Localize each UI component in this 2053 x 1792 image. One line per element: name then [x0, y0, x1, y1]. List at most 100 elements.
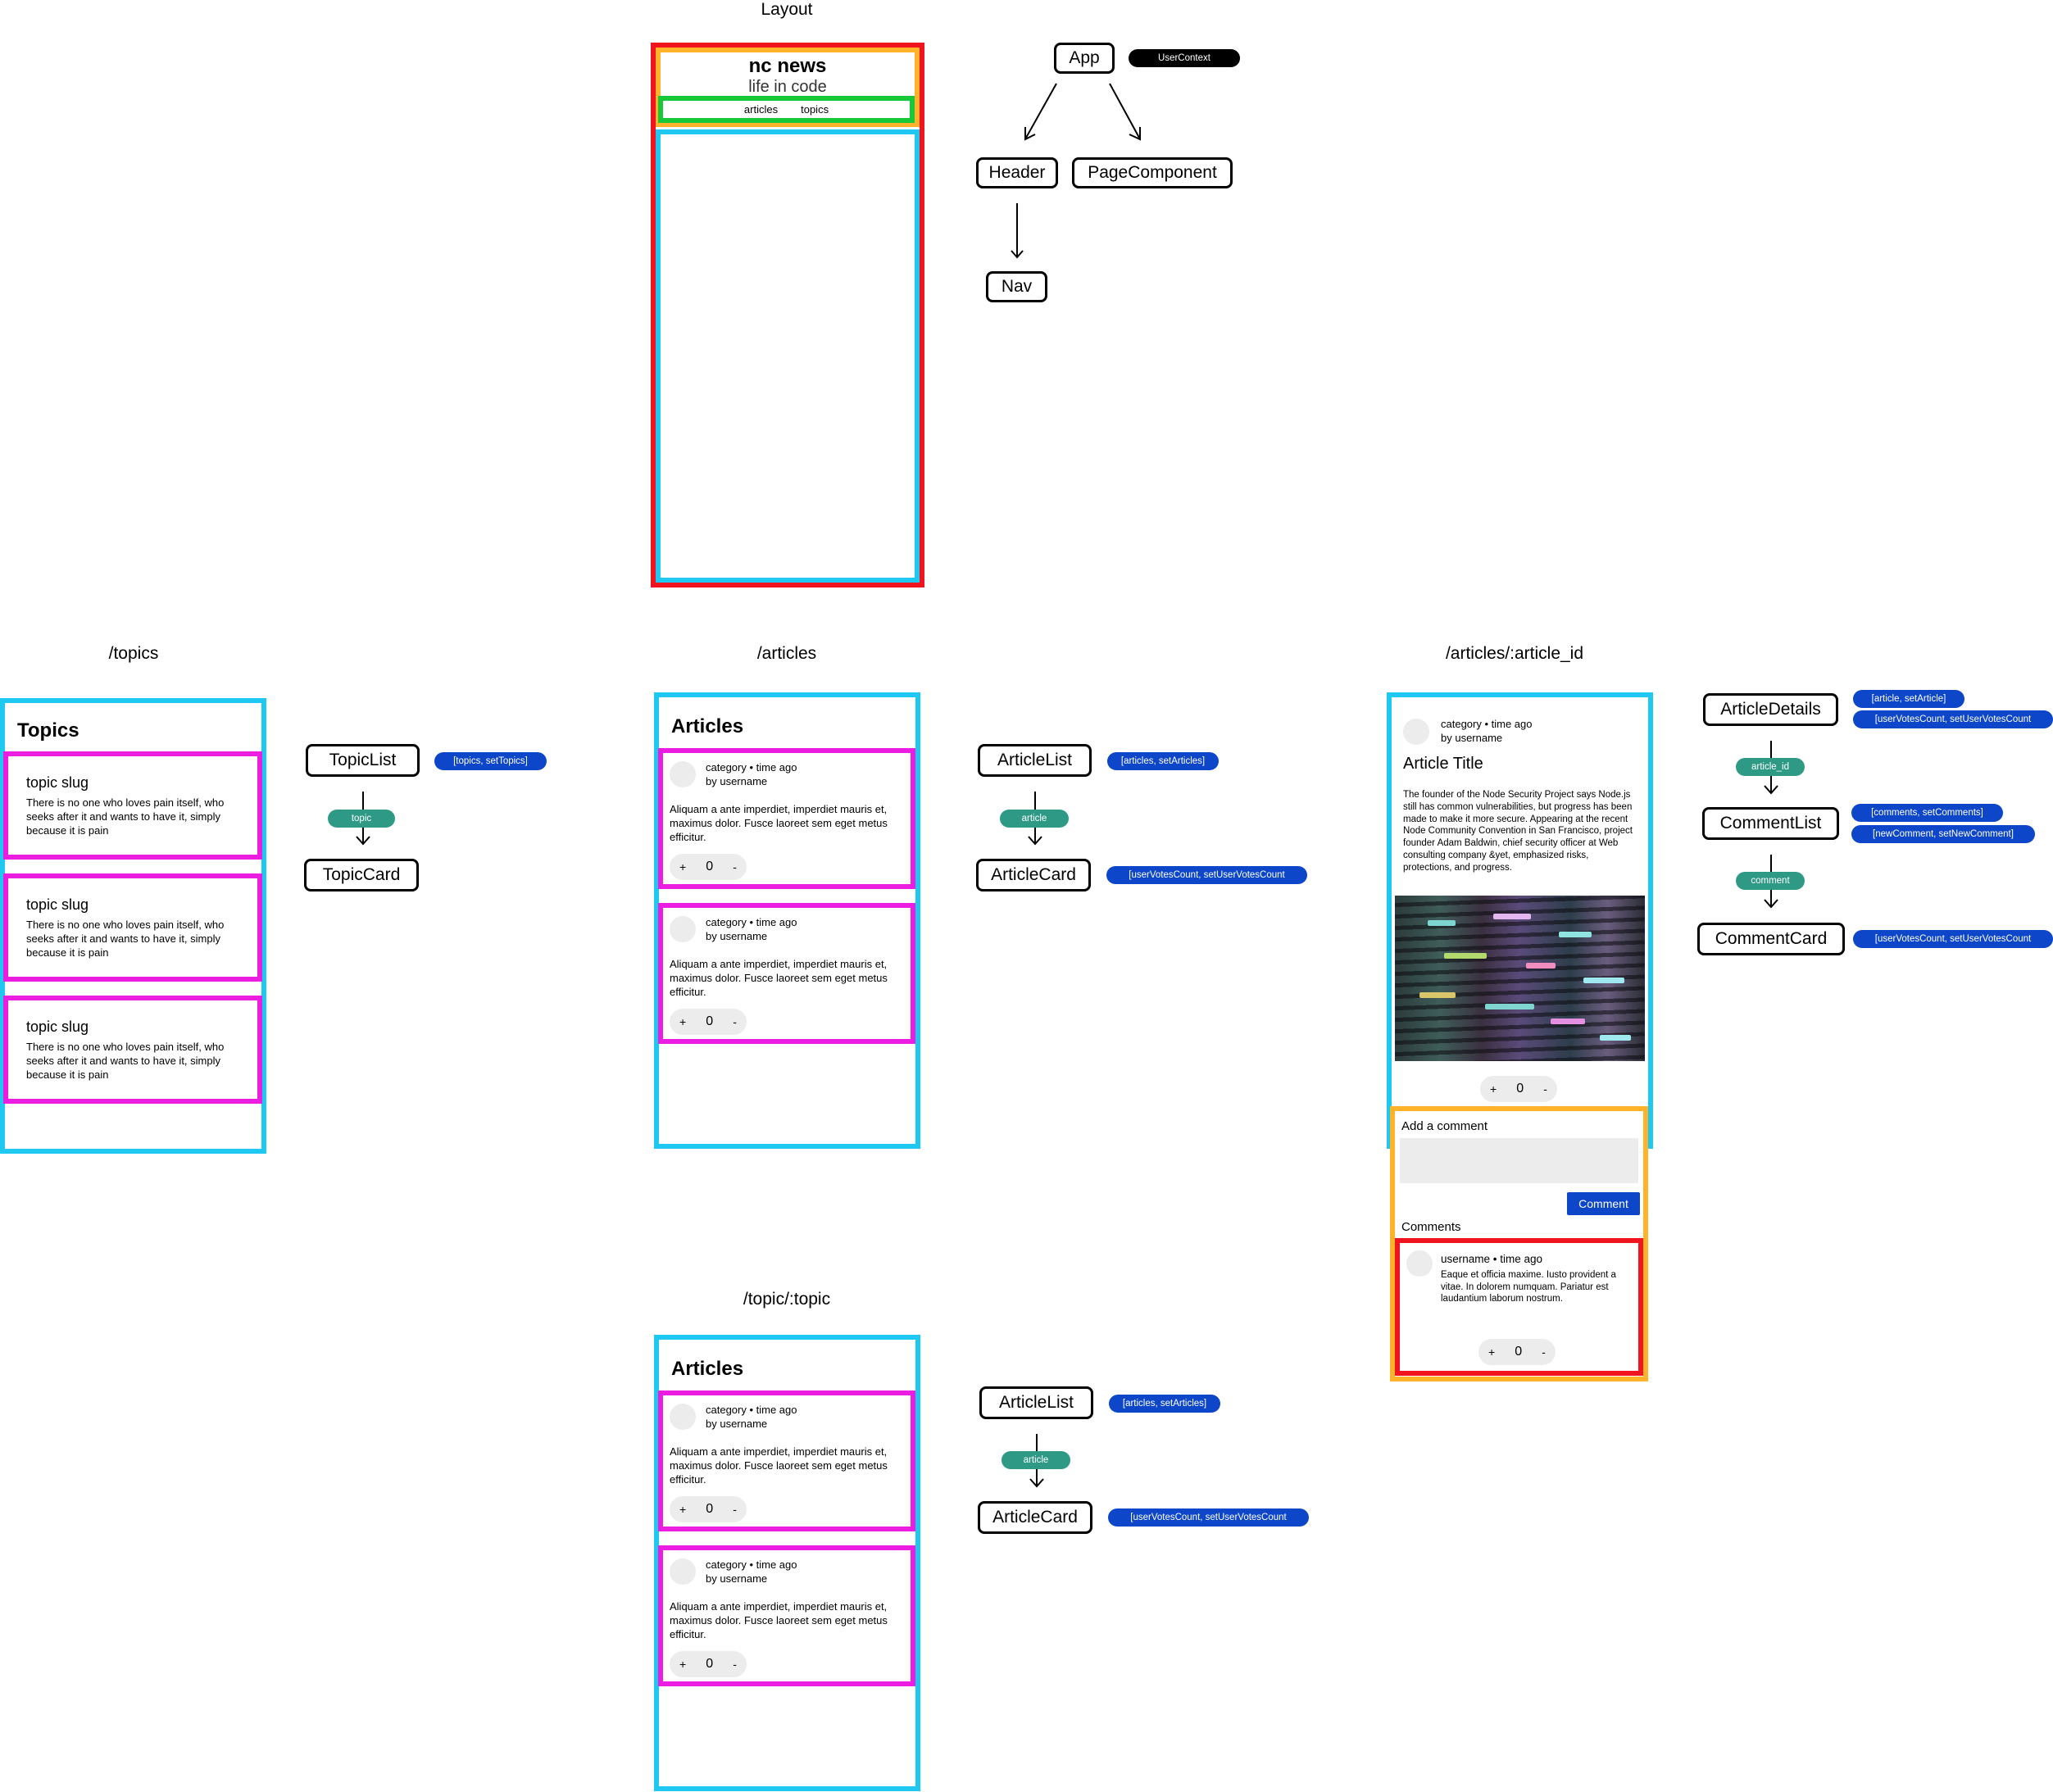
pill-articles-state: [articles, setArticles] — [1107, 752, 1219, 770]
vote-count: 0 — [706, 1657, 714, 1671]
node-topic-card: TopicCard — [304, 859, 419, 891]
comment-meta: username • time ago — [1441, 1253, 1543, 1265]
article-card-body: Aliquam a ante imperdiet, imperdiet maur… — [670, 958, 888, 998]
node-comment-card: CommentCard — [1697, 923, 1845, 955]
node-article-details: ArticleDetails — [1703, 693, 1838, 726]
avatar — [670, 916, 696, 942]
topic-articles-page-heading: Articles — [671, 1358, 744, 1380]
upvote-button[interactable]: + — [679, 1658, 686, 1671]
add-comment-label: Add a comment — [1401, 1119, 1488, 1133]
topic-card-title: topic slug — [26, 774, 89, 791]
downvote-button[interactable]: - — [733, 860, 737, 873]
avatar — [670, 761, 696, 787]
pill-topic-prop: topic — [328, 810, 395, 828]
node-comment-list: CommentList — [1702, 807, 1839, 840]
arrowhead-topic — [356, 836, 370, 846]
topic-card-body: There is no one who loves pain itself, w… — [26, 796, 225, 837]
avatar — [1406, 1250, 1433, 1277]
article-card-meta-author: by username — [706, 930, 768, 942]
pill-article-id-prop: article_id — [1736, 758, 1805, 776]
node-article-list: ArticleList — [978, 744, 1092, 777]
topic-card[interactable]: topic slug There is no one who loves pai… — [3, 996, 262, 1104]
arrowhead-comment — [1764, 899, 1778, 909]
vote-control: + 0 - — [1478, 1339, 1556, 1365]
articles-page-heading: Articles — [671, 715, 744, 737]
article-card-meta-author: by username — [706, 1418, 768, 1430]
vote-control: + 0 - — [670, 1651, 747, 1677]
comment-body: Eaque et officia maxime. Iusto provident… — [1441, 1270, 1616, 1304]
article-meta-author: by username — [1441, 732, 1503, 744]
article-card-meta-author: by username — [706, 775, 768, 787]
node-topic-list: TopicList — [306, 744, 420, 777]
comment-card: username • time ago Eaque et officia max… — [1395, 1238, 1643, 1376]
arrow-app-header — [1025, 83, 1057, 138]
node-article-list: ArticleList — [979, 1386, 1093, 1419]
topic-card[interactable]: topic slug There is no one who loves pai… — [3, 873, 262, 982]
topic-card-body: There is no one who loves pain itself, w… — [26, 1041, 225, 1081]
topic-card-body: There is no one who loves pain itself, w… — [26, 919, 225, 959]
article-card-meta-category: category • time ago — [706, 761, 797, 774]
article-card[interactable]: category • time ago by username Aliquam … — [658, 748, 915, 889]
arrowhead-article — [1028, 836, 1042, 846]
avatar — [670, 1404, 696, 1430]
downvote-button[interactable]: - — [733, 1015, 737, 1028]
vote-count: 0 — [706, 1014, 714, 1028]
vote-count: 0 — [1515, 1345, 1523, 1359]
pill-comments-state: [comments, setComments] — [1851, 804, 2003, 822]
article-card[interactable]: category • time ago by username Aliquam … — [658, 1545, 915, 1686]
node-article-card: ArticleCard — [978, 1501, 1092, 1534]
comment-submit-button[interactable]: Comment — [1567, 1192, 1640, 1215]
comment-textarea[interactable] — [1400, 1138, 1638, 1183]
downvote-button[interactable]: - — [733, 1658, 737, 1671]
pill-article-state: [article, setArticle] — [1853, 690, 1964, 708]
pill-article-prop: article — [1002, 1451, 1070, 1469]
pill-article-card-state: [userVotesCount, setUserVotesCount — [1106, 866, 1307, 884]
article-card-meta-category: category • time ago — [706, 1558, 797, 1571]
topic-card[interactable]: topic slug There is no one who loves pai… — [3, 751, 262, 860]
downvote-button[interactable]: - — [1542, 1345, 1546, 1359]
arrowhead-article — [1029, 1478, 1044, 1488]
vote-control: + 0 - — [670, 1009, 747, 1035]
pill-comment-card-state: [userVotesCount, setUserVotesCount — [1853, 930, 2053, 948]
topics-page-heading: Topics — [17, 719, 79, 742]
article-title: Article Title — [1403, 755, 1483, 773]
downvote-button[interactable]: - — [1543, 1082, 1547, 1096]
node-article-card: ArticleCard — [976, 859, 1091, 891]
topic-card-title: topic slug — [26, 896, 89, 913]
article-card[interactable]: category • time ago by username Aliquam … — [658, 903, 915, 1044]
vote-control: + 0 - — [670, 1496, 747, 1522]
arrowhead-article-id — [1764, 785, 1778, 795]
avatar — [1403, 719, 1429, 745]
vote-control: + 0 - — [670, 854, 747, 880]
vote-count: 0 — [1516, 1082, 1524, 1096]
article-details-frame: category • time ago by username Article … — [1387, 692, 1653, 1149]
upvote-button[interactable]: + — [1490, 1082, 1497, 1096]
topic-card-title: topic slug — [26, 1018, 89, 1035]
pill-comment-prop: comment — [1736, 872, 1805, 890]
article-card[interactable]: category • time ago by username Aliquam … — [658, 1391, 915, 1531]
vote-count: 0 — [706, 1502, 714, 1516]
arrow-app-page — [1109, 83, 1140, 138]
pill-new-comment-state: [newComment, setNewComment] — [1851, 825, 2035, 843]
downvote-button[interactable]: - — [733, 1503, 737, 1516]
pill-article-votes-state: [userVotesCount, setUserVotesCount — [1853, 710, 2053, 728]
pill-topics-state: [topics, setTopics] — [434, 752, 547, 770]
pill-article-card-state: [userVotesCount, setUserVotesCount — [1108, 1508, 1309, 1527]
article-card-body: Aliquam a ante imperdiet, imperdiet maur… — [670, 803, 888, 843]
article-meta-category: category • time ago — [1441, 718, 1533, 730]
upvote-button[interactable]: + — [679, 1503, 686, 1516]
article-body: The founder of the Node Security Project… — [1403, 790, 1633, 873]
upvote-button[interactable]: + — [1488, 1345, 1495, 1359]
avatar — [670, 1558, 696, 1585]
article-card-body: Aliquam a ante imperdiet, imperdiet maur… — [670, 1445, 888, 1486]
comments-heading: Comments — [1401, 1220, 1461, 1234]
article-card-meta-category: category • time ago — [706, 916, 797, 928]
vote-control: + 0 - — [1480, 1076, 1557, 1102]
upvote-button[interactable]: + — [679, 1015, 686, 1028]
article-image — [1395, 896, 1645, 1061]
vote-count: 0 — [706, 860, 714, 873]
article-card-meta-category: category • time ago — [706, 1404, 797, 1416]
article-card-body: Aliquam a ante imperdiet, imperdiet maur… — [670, 1600, 888, 1640]
upvote-button[interactable]: + — [679, 860, 686, 873]
pill-article-prop: article — [1000, 810, 1069, 828]
